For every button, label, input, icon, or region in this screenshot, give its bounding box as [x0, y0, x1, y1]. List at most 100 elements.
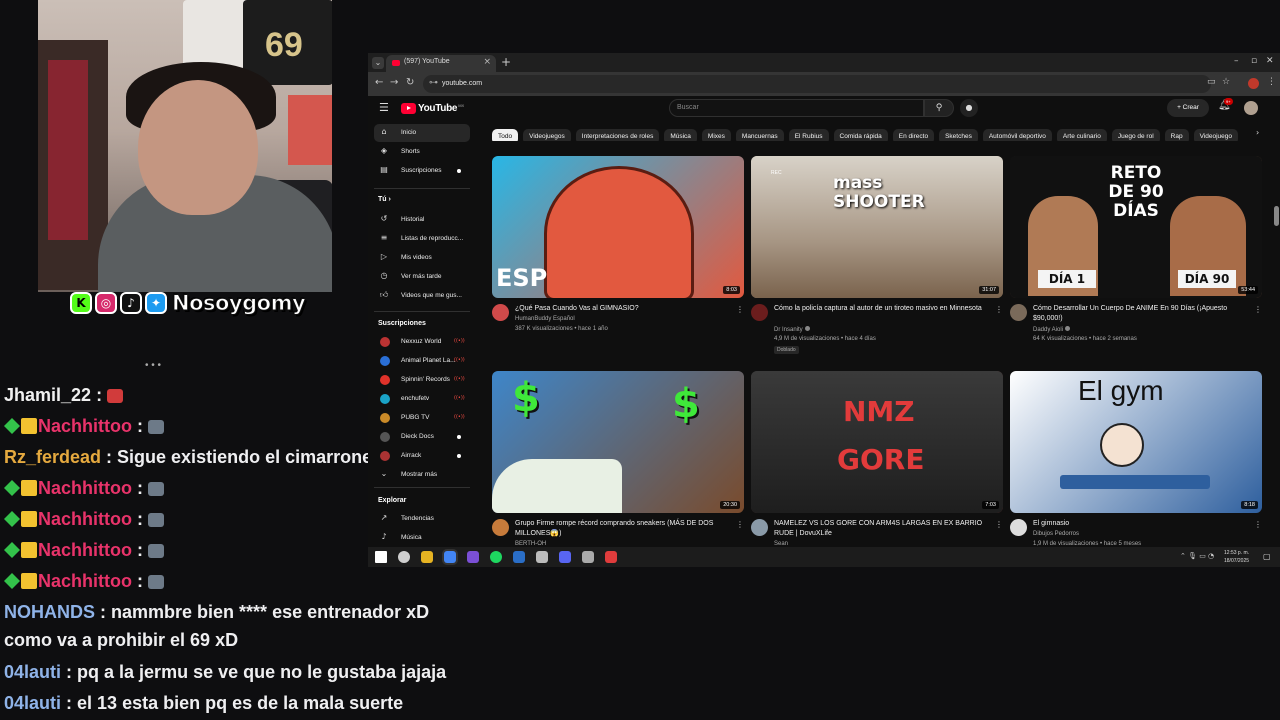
back-icon[interactable]: ←	[375, 77, 383, 88]
video-thumbnail[interactable]: El gym 8:18	[1010, 371, 1262, 513]
video-channel-name[interactable]: Daddy Aioli	[1033, 326, 1071, 333]
channel-avatar[interactable]	[1010, 304, 1027, 321]
video-more-options-icon[interactable]: ⋮	[995, 305, 1003, 314]
site-info-icon[interactable]: ⊶	[429, 78, 438, 88]
sidebar-item-animal-planet-la[interactable]: Animal Planet La... ((•))	[374, 352, 470, 370]
video-title[interactable]: Cómo Desarrollar Un Cuerpo De ANIME En 9…	[1033, 304, 1251, 324]
chat-username[interactable]: Nachhittoo	[38, 571, 132, 591]
video-thumbnail[interactable]: $ $20:30	[492, 371, 744, 513]
chat-username[interactable]: NOHANDS	[4, 602, 95, 622]
sidebar-item-listas-de-reproducc[interactable]: ≡ Listas de reproducc...	[374, 230, 470, 248]
channel-avatar[interactable]	[492, 519, 509, 536]
channel-avatar[interactable]	[751, 304, 768, 321]
chat-username[interactable]: 04lauti	[4, 662, 61, 682]
chip-videojuego[interactable]: Videojuego	[1193, 129, 1238, 141]
sidebar-show-more[interactable]: ⌄ Mostrar más	[374, 466, 470, 484]
video-title[interactable]: El gimnasio	[1033, 519, 1251, 529]
notification-center-icon[interactable]: ▢	[1263, 552, 1271, 561]
hamburger-menu-icon[interactable]: ☰	[379, 101, 389, 114]
video-title[interactable]: Cómo la policía captura al autor de un t…	[774, 304, 992, 314]
file-explorer-icon[interactable]	[421, 551, 433, 563]
channel-avatar[interactable]	[751, 519, 768, 536]
chat-username[interactable]: Jhamil_22	[4, 385, 91, 405]
video-channel-name[interactable]: HumanBuddy Español	[515, 316, 575, 322]
tab-search-button[interactable]: ⌄	[372, 57, 384, 69]
video-more-options-icon[interactable]: ⋮	[736, 305, 744, 314]
voice-search-icon[interactable]: ●	[960, 99, 978, 117]
chip-comida-r-pida[interactable]: Comida rápida	[833, 129, 888, 141]
chat-username[interactable]: 04lauti	[4, 693, 61, 713]
chip-m-sica[interactable]: Música	[664, 129, 697, 141]
notifications-bell-icon[interactable]: 🔔︎ 9+	[1218, 98, 1233, 111]
chip-autom-vil-deportivo[interactable]: Automóvil deportivo	[982, 129, 1052, 141]
video-channel-name[interactable]: Dr Insanity	[774, 326, 810, 333]
page-scrollbar[interactable]	[1274, 206, 1279, 226]
chip-todo[interactable]: Todo	[492, 129, 519, 141]
bookmark-star-icon[interactable]: ☆	[1222, 77, 1230, 87]
channel-avatar[interactable]	[1010, 519, 1027, 536]
sidebar-item-shorts[interactable]: ◈ Shorts	[374, 143, 470, 161]
chip-rap[interactable]: Rap	[1164, 129, 1189, 141]
chip-mixes[interactable]: Mixes	[701, 129, 731, 141]
settings-icon[interactable]	[582, 551, 594, 563]
steam-icon[interactable]	[513, 551, 525, 563]
sidebar-item-airrack[interactable]: Airrack	[374, 447, 470, 465]
app-icon[interactable]	[536, 551, 548, 563]
video-title[interactable]: ¿Qué Pasa Cuando Vas al GIMNASIO?	[515, 304, 733, 314]
sidebar-item-enchufetv[interactable]: enchufetv ((•))	[374, 390, 470, 408]
chat-username[interactable]: Nachhittoo	[38, 540, 132, 560]
video-title[interactable]: NAMELEZ VS LOS GORE CON ARM4S LARGAS EN …	[774, 519, 992, 539]
sidebar-item-historial[interactable]: ↺ Historial	[374, 211, 470, 229]
sidebar-item-mis-videos[interactable]: ▷ Mis videos	[374, 249, 470, 267]
sidebar-item-m-sica[interactable]: ♪ Música	[374, 529, 470, 547]
sidebar-item-inicio[interactable]: ⌂ Inicio	[374, 124, 470, 142]
sidebar-item-dieck-docs[interactable]: Dieck Docs	[374, 428, 470, 446]
video-more-options-icon[interactable]: ⋮	[736, 520, 744, 529]
chip-en-directo[interactable]: En directo	[892, 129, 935, 141]
video-more-options-icon[interactable]: ⋮	[995, 520, 1003, 529]
sidebar-item-suscripciones[interactable]: ▤ Suscripciones	[374, 162, 470, 180]
chip-sketches[interactable]: Sketches	[939, 129, 978, 141]
chrome-menu-icon[interactable]: ⋮	[1267, 77, 1276, 87]
profile-avatar-icon[interactable]	[1248, 78, 1259, 89]
video-more-options-icon[interactable]: ⋮	[1254, 520, 1262, 529]
chip-juego-de-rol[interactable]: Juego de rol	[1111, 129, 1160, 141]
sidebar-item-tendencias[interactable]: ↗ Tendencias	[374, 510, 470, 528]
video-thumbnail[interactable]: ESP 8:03	[492, 156, 744, 298]
taskbar-clock[interactable]: 12:53 p. m. 18/07/2025	[1224, 549, 1249, 565]
video-title[interactable]: Grupo Firme rompe récord comprando sneak…	[515, 519, 733, 539]
minimize-icon[interactable]: –	[1234, 56, 1239, 66]
account-avatar[interactable]	[1244, 101, 1258, 115]
spotify-icon[interactable]	[490, 551, 502, 563]
video-thumbnail[interactable]: mass SHOOTER REC 31:07	[751, 156, 1003, 298]
sidebar-item-pubg-tv[interactable]: PUBG TV ((•))	[374, 409, 470, 427]
channel-avatar[interactable]	[492, 304, 509, 321]
obs-icon[interactable]	[467, 551, 479, 563]
chip-arte-culinario[interactable]: Arte culinario	[1056, 129, 1107, 141]
chat-username[interactable]: Nachhittoo	[38, 509, 132, 529]
search-input[interactable]: Buscar	[669, 99, 924, 117]
chat-username[interactable]: Rz_ferdead	[4, 447, 101, 467]
search-button[interactable]: ⚲	[924, 99, 954, 117]
discord-icon[interactable]	[559, 551, 571, 563]
chrome-icon[interactable]	[444, 551, 456, 563]
tab-youtube[interactable]: (597) YouTube ×	[386, 55, 496, 72]
system-tray-icons[interactable]: ⌃ 🎙︎ ▭ ◔	[1180, 552, 1214, 560]
sidebar-item-spinnin-records[interactable]: Spinnin' Records ((•))	[374, 371, 470, 389]
install-app-icon[interactable]: ▭	[1207, 77, 1216, 87]
create-button[interactable]: + Crear	[1167, 99, 1209, 117]
chat-username[interactable]: Nachhittoo	[38, 478, 132, 498]
chip-el-rubius[interactable]: El Rubius	[788, 129, 829, 141]
omnibox[interactable]: ⊶ youtube.com	[423, 75, 1211, 93]
maximize-icon[interactable]: ▫	[1251, 56, 1257, 66]
chat-username[interactable]: Nachhittoo	[38, 416, 132, 436]
windows-start-icon[interactable]	[375, 551, 387, 563]
forward-icon[interactable]: →	[390, 77, 398, 88]
reload-icon[interactable]: ↻	[406, 77, 414, 88]
new-tab-icon[interactable]: +	[501, 55, 511, 69]
chip-interpretaciones-de-roles[interactable]: Interpretaciones de roles	[575, 129, 660, 141]
sidebar-item-ver-m-s-tarde[interactable]: ◷ Ver más tarde	[374, 268, 470, 286]
chip-videojuegos[interactable]: Videojuegos	[523, 129, 571, 141]
youtube-logo[interactable]: YouTube MX	[401, 103, 464, 114]
tab-close-icon[interactable]: ×	[483, 57, 491, 67]
